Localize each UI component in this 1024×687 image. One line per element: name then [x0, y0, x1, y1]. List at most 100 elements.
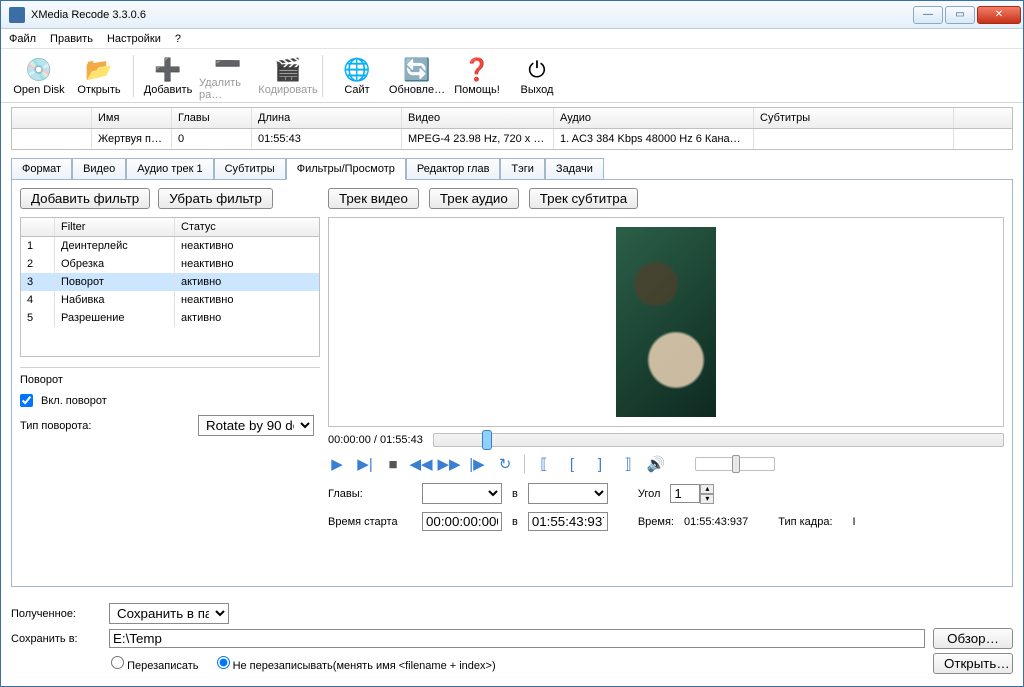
mark-out-icon[interactable]: ⟧ — [619, 456, 637, 472]
menu-help[interactable]: ? — [175, 33, 181, 45]
tab-3[interactable]: Субтитры — [214, 158, 286, 180]
menu-settings[interactable]: Настройки — [107, 33, 161, 45]
remove-label: Удалить ра… — [199, 77, 257, 101]
start-time-input[interactable] — [422, 512, 502, 531]
next-icon[interactable]: ▶| — [356, 456, 374, 472]
filter-row[interactable]: 3Поворотактивно — [21, 273, 319, 291]
col-subtitles[interactable]: Субтитры — [754, 108, 954, 128]
col-length[interactable]: Длина — [252, 108, 402, 128]
site-icon: 🌐 — [343, 56, 371, 84]
menu-file[interactable]: Файл — [9, 33, 36, 45]
volume-thumb[interactable] — [732, 455, 740, 473]
tab-5[interactable]: Редактор глав — [406, 158, 501, 180]
update-icon: 🔄 — [403, 56, 431, 84]
track-subtitle-button[interactable]: Трек субтитра — [529, 188, 638, 209]
tab-4[interactable]: Фильтры/Просмотр — [286, 158, 406, 180]
help-icon: ❓ — [463, 56, 491, 84]
close-button[interactable]: ✕ — [977, 6, 1021, 24]
preview-area — [328, 217, 1004, 427]
chapter-in-label: в — [512, 488, 518, 500]
stop-icon[interactable]: ■ — [384, 456, 402, 472]
fastfwd-icon[interactable]: ▶▶ — [440, 456, 458, 472]
track-buttons: Трек видео Трек аудио Трек субтитра — [328, 188, 1004, 209]
update-label: Обновле… — [389, 84, 445, 96]
chapter-to-select[interactable] — [528, 483, 608, 504]
filter-row[interactable]: 5Разрешениеактивно — [21, 309, 319, 327]
transport-bar: ▶ ▶| ■ ◀◀ ▶▶ |▶ ↻ ⟦ [ ] ⟧ 🔊 — [328, 455, 1004, 473]
filter-header: Filter Статус — [21, 218, 319, 237]
track-audio-button[interactable]: Трек аудио — [429, 188, 519, 209]
tab-0[interactable]: Формат — [11, 158, 72, 180]
minimize-button[interactable]: — — [913, 6, 943, 24]
timeline-slider[interactable] — [433, 433, 1004, 447]
time-display: 00:00:00 / 01:55:43 — [328, 434, 423, 446]
toolbar-exit[interactable]: ⏻Выход — [507, 51, 567, 101]
chapters-label: Главы: — [328, 488, 412, 500]
rewind-icon[interactable]: ◀◀ — [412, 456, 430, 472]
angle-spinner[interactable]: ▴▾ — [670, 484, 714, 504]
encode-icon: 🎬 — [274, 56, 302, 84]
filter-row[interactable]: 4Набивканеактивно — [21, 291, 319, 309]
menu-edit[interactable]: Править — [50, 33, 93, 45]
col-audio[interactable]: Аудио — [554, 108, 754, 128]
volume-slider[interactable] — [695, 457, 775, 471]
angle-up-icon[interactable]: ▴ — [700, 484, 714, 494]
toolbar-help[interactable]: ❓Помощь! — [447, 51, 507, 101]
track-video-button[interactable]: Трек видео — [328, 188, 419, 209]
tab-6[interactable]: Тэги — [500, 158, 545, 180]
play-icon[interactable]: ▶ — [328, 456, 346, 472]
output-mode-select[interactable]: Сохранить в папку — [109, 603, 229, 624]
col-video[interactable]: Видео — [402, 108, 554, 128]
enable-rotate-checkbox[interactable] — [20, 394, 33, 407]
mark-in-icon[interactable]: ⟦ — [535, 456, 553, 472]
frame-type-value: I — [853, 516, 856, 528]
remove-filter-button[interactable]: Убрать фильтр — [158, 188, 273, 209]
step-fwd-icon[interactable]: |▶ — [468, 456, 486, 472]
overwrite-radio[interactable]: Перезаписать — [111, 656, 199, 672]
col-chapters[interactable]: Главы — [172, 108, 252, 128]
col-blank[interactable] — [12, 108, 92, 128]
toolbar-open-file[interactable]: 📂Открыть — [69, 51, 129, 101]
tab-filters-preview: Добавить фильтр Убрать фильтр Filter Ста… — [11, 180, 1013, 587]
toolbar-update[interactable]: 🔄Обновле… — [387, 51, 447, 101]
tab-1[interactable]: Видео — [72, 158, 126, 180]
save-in-label: Сохранить в: — [11, 633, 101, 645]
bracket-close-icon[interactable]: ] — [591, 456, 609, 472]
no-overwrite-radio[interactable]: Не перезаписывать(менять имя <filename +… — [217, 656, 496, 672]
filter-row[interactable]: 1Деинтерлейснеактивно — [21, 237, 319, 255]
chapter-from-select[interactable] — [422, 483, 502, 504]
loop-icon[interactable]: ↻ — [496, 456, 514, 472]
start-time-label: Время старта — [328, 516, 412, 528]
rotate-type-select[interactable]: Rotate by 90 degrees — [198, 415, 314, 436]
add-filter-button[interactable]: Добавить фильтр — [20, 188, 150, 209]
browse-button[interactable]: Обзор… — [933, 628, 1013, 649]
timeline-thumb[interactable] — [482, 430, 492, 450]
toolbar-add[interactable]: ➕Добавить — [138, 51, 198, 101]
col-name[interactable]: Имя — [92, 108, 172, 128]
tab-7[interactable]: Задачи — [545, 158, 604, 180]
received-label: Полученное: — [11, 608, 101, 620]
file-list-header: Имя Главы Длина Видео Аудио Субтитры — [12, 108, 1012, 129]
separator — [524, 455, 525, 473]
site-label: Сайт — [344, 84, 369, 96]
angle-input[interactable] — [670, 484, 700, 503]
open-button[interactable]: Открыть… — [933, 653, 1013, 674]
toolbar-site[interactable]: 🌐Сайт — [327, 51, 387, 101]
toolbar-separator — [322, 55, 323, 97]
toolbar-open-disk[interactable]: 💿Open Disk — [9, 51, 69, 101]
angle-down-icon[interactable]: ▾ — [700, 494, 714, 504]
enable-rotate-label: Вкл. поворот — [41, 395, 107, 407]
open-file-icon: 📂 — [85, 56, 113, 84]
end-time-input[interactable] — [528, 512, 608, 531]
time-label: Время: — [638, 516, 674, 528]
bracket-open-icon[interactable]: [ — [563, 456, 581, 472]
save-path-input[interactable] — [109, 629, 925, 648]
tab-2[interactable]: Аудио трек 1 — [126, 158, 213, 180]
maximize-button[interactable]: ▭ — [945, 6, 975, 24]
filter-row[interactable]: 2Обрезканеактивно — [21, 255, 319, 273]
remove-icon: ➖ — [214, 51, 242, 77]
speaker-icon[interactable]: 🔊 — [647, 456, 665, 472]
file-row[interactable]: Жертвуя п… 0 01:55:43 MPEG-4 23.98 Hz, 7… — [12, 129, 1012, 149]
window-controls: — ▭ ✕ — [911, 6, 1021, 24]
rotate-title: Поворот — [20, 374, 320, 386]
